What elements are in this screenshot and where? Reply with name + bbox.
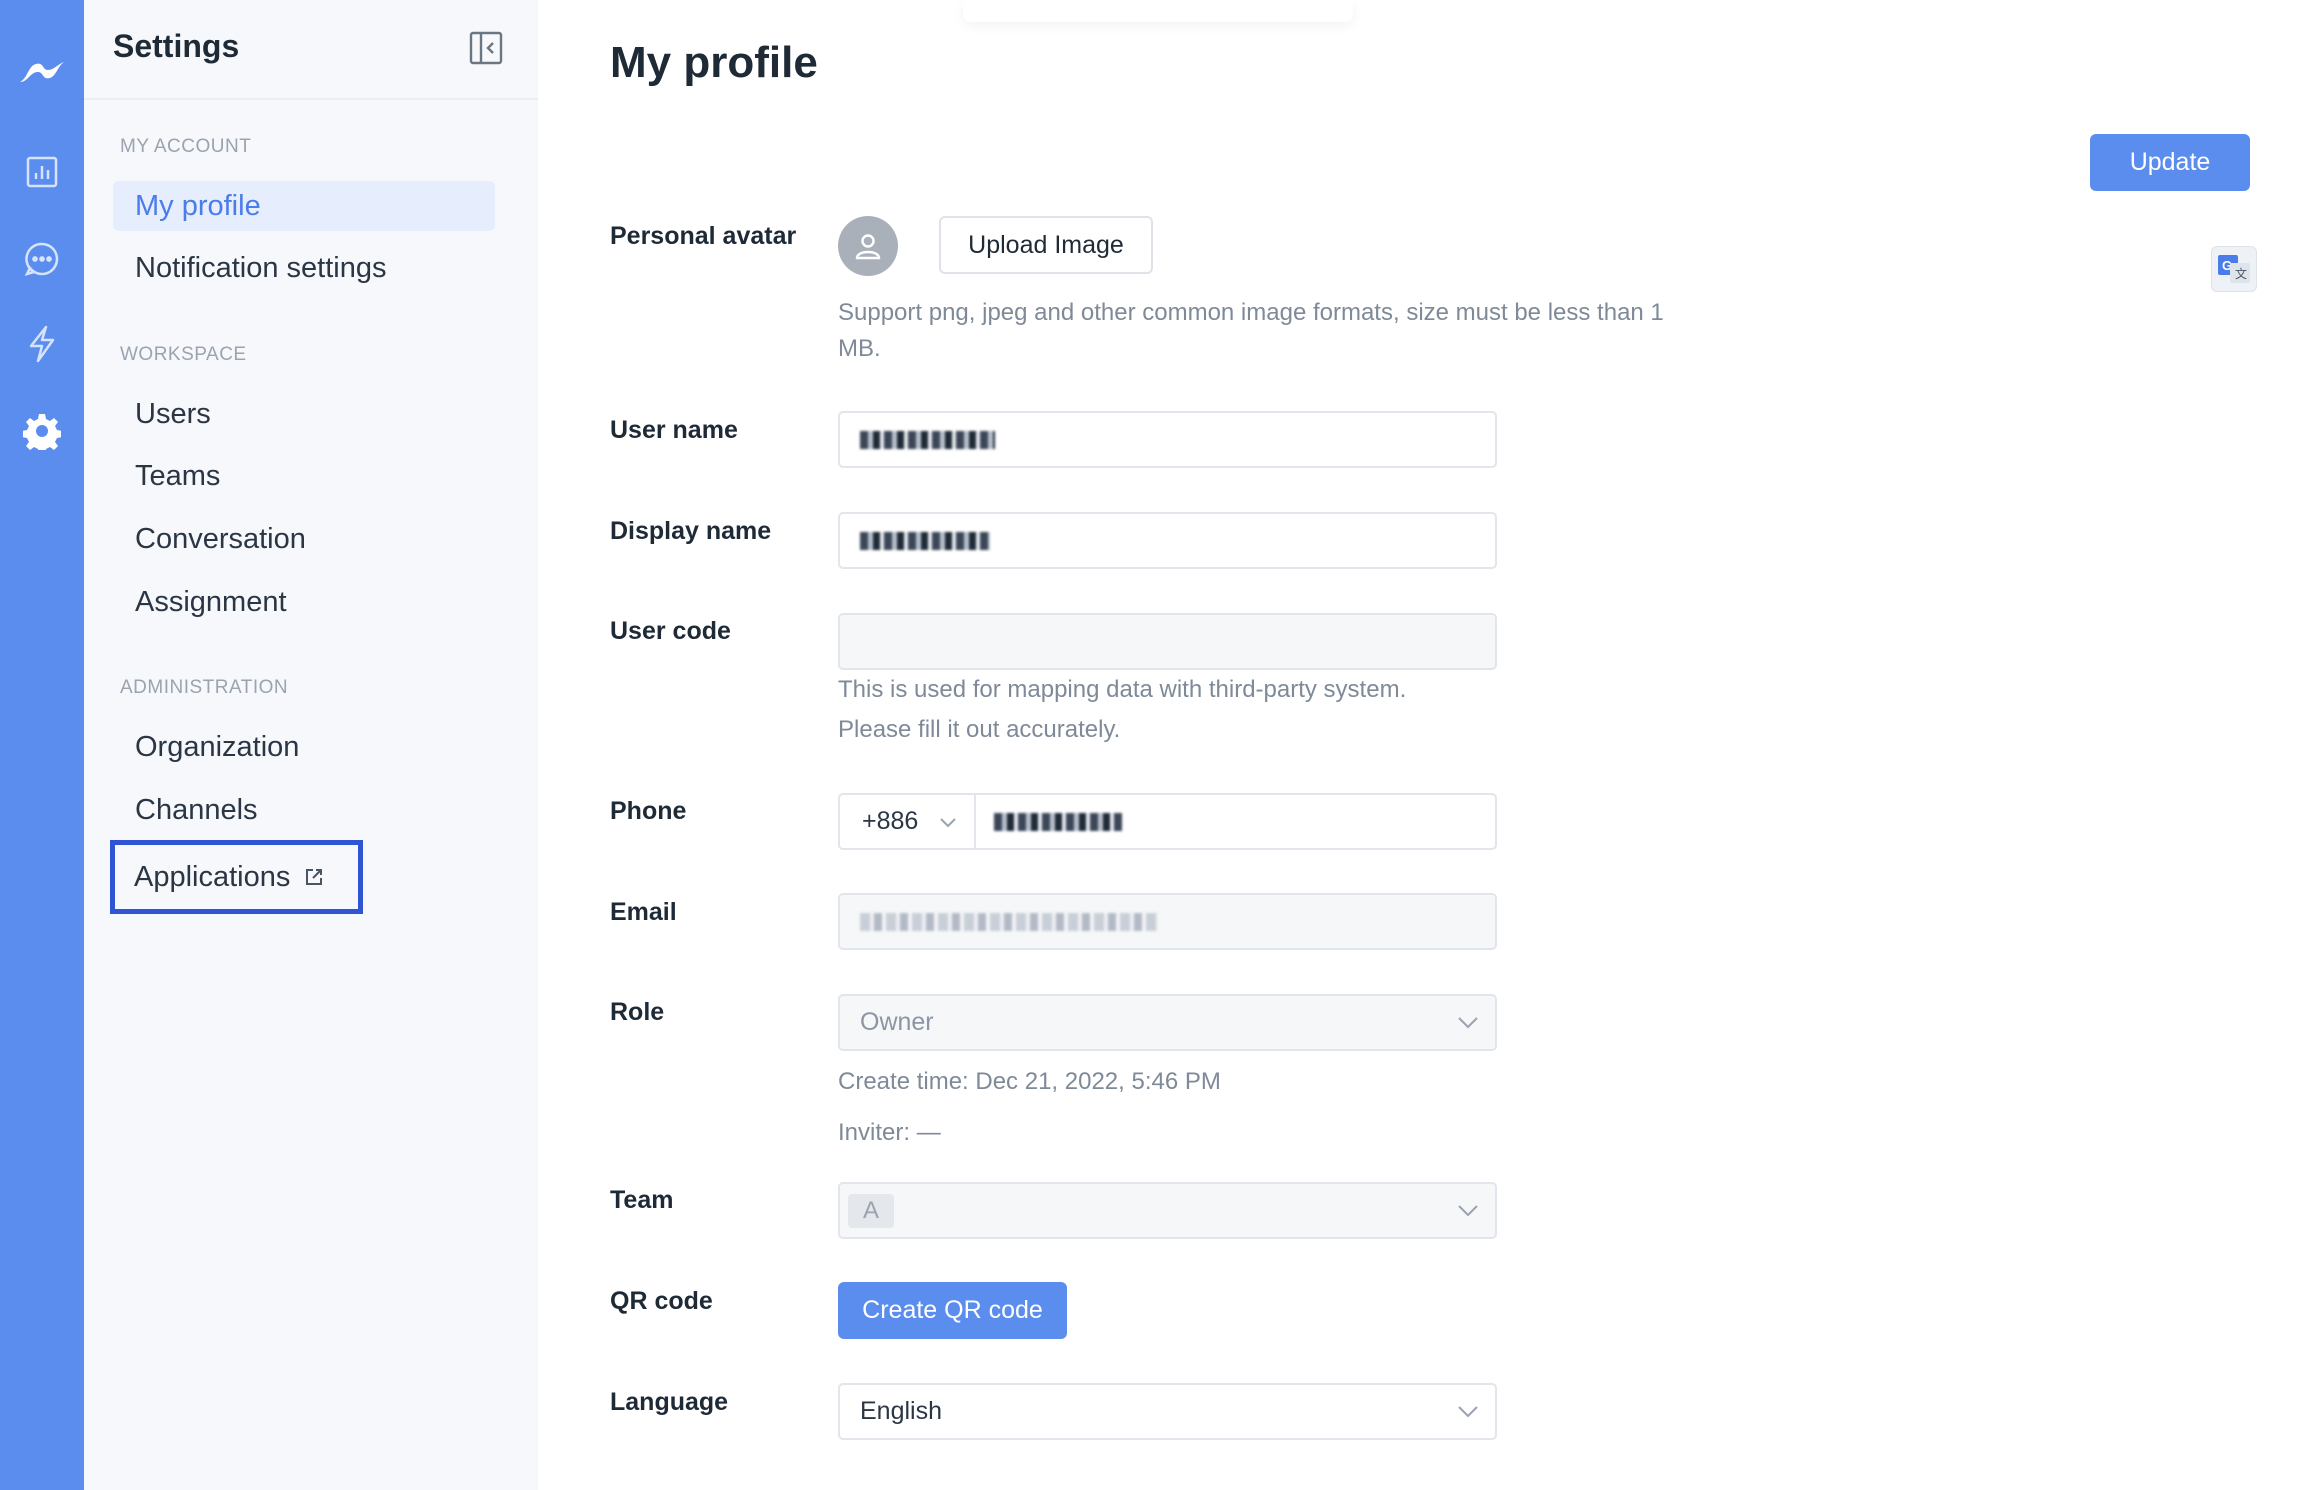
language-value: English xyxy=(860,1397,942,1425)
top-overlay xyxy=(963,0,1353,22)
redacted-phone-number xyxy=(994,812,1122,831)
logo-icon[interactable] xyxy=(0,40,84,100)
language-label: Language xyxy=(610,1388,729,1416)
sidebar-item-label: Conversation xyxy=(135,522,306,555)
sidebar-item-label: Users xyxy=(135,397,211,430)
sidebar-item-channels[interactable]: Channels xyxy=(113,785,495,835)
upload-image-button[interactable]: Upload Image xyxy=(939,216,1153,274)
display-name-label: Display name xyxy=(610,517,772,545)
sidebar-item-label: Assignment xyxy=(135,585,287,618)
role-inviter: Inviter: — xyxy=(838,1119,941,1146)
sidebar-item-assignment[interactable]: Assignment xyxy=(113,577,495,627)
sidebar-item-label: My profile xyxy=(135,189,261,222)
role-value: Owner xyxy=(860,1008,934,1036)
external-link-icon xyxy=(304,867,324,887)
sidebar-item-teams[interactable]: Teams xyxy=(113,451,495,501)
app-rail xyxy=(0,0,84,1490)
role-select[interactable]: Owner xyxy=(838,994,1497,1051)
sidebar-item-label: Notification settings xyxy=(135,251,387,284)
redacted-display-name xyxy=(860,531,990,550)
user-code-field[interactable] xyxy=(838,613,1497,670)
analytics-icon[interactable] xyxy=(0,142,84,202)
sidebar-item-label: Organization xyxy=(135,730,300,763)
email-field[interactable] xyxy=(838,893,1497,950)
section-label-administration: ADMINISTRATION xyxy=(120,677,289,698)
chevron-down-icon xyxy=(1458,1204,1478,1216)
user-code-label: User code xyxy=(610,617,731,645)
svg-text:文: 文 xyxy=(2235,266,2247,281)
redacted-email xyxy=(860,912,1158,931)
phone-label: Phone xyxy=(610,797,687,825)
sidebar-item-my-profile[interactable]: My profile xyxy=(113,181,495,231)
chevron-down-icon xyxy=(1458,1405,1478,1417)
avatar-label: Personal avatar xyxy=(610,222,797,250)
avatar-hint-line1: Support png, jpeg and other common image… xyxy=(838,299,1664,326)
avatar-hint: Support png, jpeg and other common image… xyxy=(838,295,1664,367)
sidebar-title: Settings xyxy=(113,28,240,64)
sidebar-item-conversation[interactable]: Conversation xyxy=(113,514,495,564)
language-select[interactable]: English xyxy=(838,1383,1497,1440)
avatar-hint-line2: MB. xyxy=(838,335,881,362)
user-code-hint-line2: Please fill it out accurately. xyxy=(838,716,1121,743)
sidebar-item-label: Channels xyxy=(135,793,258,826)
sidebar-item-organization[interactable]: Organization xyxy=(113,722,495,772)
collapse-sidebar-icon[interactable] xyxy=(469,31,503,65)
sidebar-item-users[interactable]: Users xyxy=(113,389,495,439)
settings-sidebar: Settings MY ACCOUNT My profile Notificat… xyxy=(84,0,538,1490)
sidebar-item-notification-settings[interactable]: Notification settings xyxy=(113,243,495,293)
avatar xyxy=(838,216,898,276)
team-label: Team xyxy=(610,1186,674,1214)
redacted-user-name xyxy=(860,430,995,449)
create-qr-code-button[interactable]: Create QR code xyxy=(838,1282,1067,1339)
user-name-field[interactable] xyxy=(838,411,1497,468)
team-tag: A xyxy=(848,1193,894,1228)
team-select[interactable]: A xyxy=(838,1182,1497,1239)
qr-code-label: QR code xyxy=(610,1287,713,1315)
role-label: Role xyxy=(610,998,665,1026)
display-name-field[interactable] xyxy=(838,512,1497,569)
user-code-hint-line1: This is used for mapping data with third… xyxy=(838,676,1407,703)
page-title: My profile xyxy=(610,38,818,87)
section-label-my-account: MY ACCOUNT xyxy=(120,136,252,157)
chat-icon[interactable] xyxy=(0,229,84,289)
email-label: Email xyxy=(610,898,677,926)
sidebar-item-label: Applications xyxy=(134,860,291,893)
phone-number-field[interactable] xyxy=(974,793,1497,850)
phone-country-code: +886 xyxy=(862,807,919,835)
automation-icon[interactable] xyxy=(0,314,84,374)
phone-country-select[interactable]: +886 xyxy=(838,793,975,850)
sidebar-item-label: Teams xyxy=(135,459,221,492)
update-button[interactable]: Update xyxy=(2090,134,2250,191)
chevron-down-icon xyxy=(1458,1016,1478,1028)
chevron-down-icon xyxy=(940,818,956,828)
user-name-label: User name xyxy=(610,416,738,444)
main-content: My profile Update G 文 Personal avatar Up… xyxy=(538,0,2304,1490)
sidebar-item-applications[interactable]: Applications xyxy=(110,840,363,914)
sidebar-header: Settings xyxy=(84,0,538,100)
settings-icon[interactable] xyxy=(0,401,84,461)
translate-icon[interactable]: G 文 xyxy=(2211,246,2257,292)
user-code-hint: This is used for mapping data with third… xyxy=(838,670,1406,750)
section-label-workspace: WORKSPACE xyxy=(120,344,247,365)
role-create-time: Create time: Dec 21, 2022, 5:46 PM xyxy=(838,1068,1221,1095)
